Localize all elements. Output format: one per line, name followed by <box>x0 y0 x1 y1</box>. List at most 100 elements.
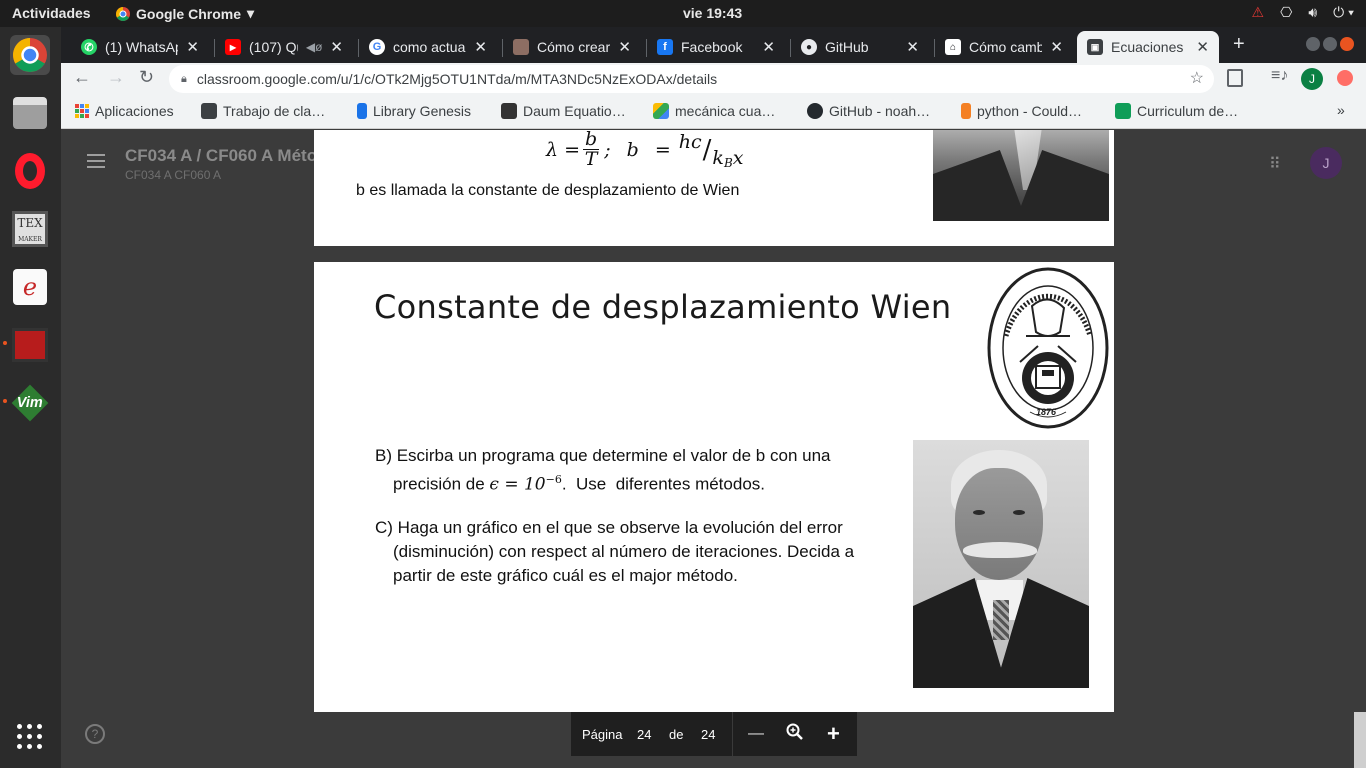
bookmark-apps[interactable]: Aplicaciones <box>75 103 174 119</box>
bookmark-daum[interactable]: Daum Equatio… <box>501 103 626 119</box>
bookmark-github[interactable]: GitHub - noah… <box>807 103 930 119</box>
close-icon[interactable]: ✕ <box>906 38 919 56</box>
tab-title: (107) Qu <box>249 39 298 55</box>
extension-icon[interactable] <box>1337 70 1353 86</box>
dock-opera[interactable] <box>10 151 50 191</box>
url-text[interactable]: classroom.google.com/u/1/c/OTk2Mjg5OTU1N… <box>197 71 717 87</box>
bookmark-label: Curriculum de… <box>1137 103 1239 119</box>
item-c-line1: C) Haga un gráfico en el que se observe … <box>375 518 843 537</box>
close-icon[interactable]: ✕ <box>186 38 199 56</box>
close-window-icon[interactable] <box>1340 37 1354 51</box>
zoom-icon[interactable] <box>786 723 803 740</box>
formula-hc: hc <box>678 130 702 153</box>
minimize-icon[interactable] <box>1306 37 1320 51</box>
close-icon[interactable]: ✕ <box>618 38 631 56</box>
app-menu[interactable]: Google Chrome ▾ <box>116 5 254 22</box>
bookmark-trabajo[interactable]: Trabajo de cla… <box>201 103 325 119</box>
tab-title: (1) WhatsAp <box>105 39 179 55</box>
slide-title: Constante de desplazamiento Wien <box>374 288 952 326</box>
dock-vim[interactable]: Vim <box>10 383 50 423</box>
close-icon[interactable]: ✕ <box>474 38 487 56</box>
volume-icon[interactable]: 🔊︎ <box>1308 4 1317 21</box>
item-c-line2: (disminución) con respect al número de i… <box>393 542 855 561</box>
apps-grid-icon <box>75 104 89 118</box>
activities-button[interactable]: Actividades <box>12 5 91 21</box>
system-tray[interactable]: ⚠ ⎔ 🔊︎ ⏻ ▾ <box>1252 4 1354 21</box>
media-icon[interactable]: ≡♪ <box>1271 67 1288 85</box>
wien-portrait <box>913 440 1089 688</box>
forward-icon[interactable]: → <box>107 67 125 88</box>
classroom-avatar[interactable]: J <box>1310 147 1342 179</box>
apps-icon[interactable]: ⠿ <box>1269 154 1281 174</box>
formula-k-subscript: B <box>723 155 733 170</box>
youtube-icon: ▶ <box>225 39 241 55</box>
tab-title: como actua <box>393 39 466 55</box>
tab-github[interactable]: ● GitHub ✕ <box>791 31 929 63</box>
wien-portrait-crop <box>933 130 1109 221</box>
portrait-mustache <box>963 542 1037 558</box>
tab-como-crear[interactable]: Cómo crear ✕ <box>503 31 641 63</box>
clock[interactable]: vie 19:43 <box>683 5 742 21</box>
tab-facebook[interactable]: f Facebook ✕ <box>647 31 785 63</box>
bookmark-libgen[interactable]: Library Genesis <box>357 103 471 119</box>
close-icon[interactable]: ✕ <box>762 38 775 56</box>
power-icon[interactable]: ⏻ ▾ <box>1333 4 1354 21</box>
close-icon[interactable]: ✕ <box>1196 38 1209 56</box>
formula-b: ; b = <box>604 138 671 161</box>
dock-chrome[interactable] <box>10 35 50 75</box>
reader-icon[interactable] <box>1227 69 1243 87</box>
dock-app[interactable] <box>10 325 50 365</box>
zoom-out-button[interactable]: — <box>748 725 764 743</box>
wien-formula: λ = b T ; b = hc / kBx <box>546 130 744 170</box>
avatar[interactable]: J <box>1301 68 1323 90</box>
bookmark-curriculum[interactable]: Curriculum de… <box>1115 103 1238 119</box>
network-icon[interactable]: ⎔ <box>1280 4 1292 21</box>
bookmark-star-icon[interactable]: ☆ <box>1190 68 1204 88</box>
close-icon[interactable]: ✕ <box>330 38 343 56</box>
dock-texmaker[interactable]: TEX MAKER <box>10 209 50 249</box>
tab-whatsapp[interactable]: ✆ (1) WhatsAp ✕ <box>71 31 209 63</box>
seal-year: 1876 <box>1036 407 1057 417</box>
window-controls[interactable] <box>1306 37 1354 51</box>
fraction-b-over-t: b T <box>583 130 600 169</box>
app-icon <box>12 328 48 362</box>
formula-x: x <box>732 146 744 169</box>
address-bar[interactable]: 🔒︎ classroom.google.com/u/1/c/OTk2Mjg5OT… <box>169 65 1214 93</box>
maximize-icon[interactable] <box>1323 37 1337 51</box>
menu-icon[interactable] <box>87 154 105 168</box>
reload-icon[interactable]: ↻ <box>139 67 154 88</box>
tab-ecuaciones[interactable]: ▣ Ecuaciones ✕ <box>1077 31 1219 63</box>
tab-youtube[interactable]: ▶ (107) Qu ◀ø ✕ <box>215 31 353 63</box>
mute-icon[interactable]: ◀ø <box>306 40 323 54</box>
current-page[interactable]: 24 <box>637 727 651 742</box>
running-indicator <box>3 341 7 345</box>
tab-como-camb[interactable]: ⌂ Cómo camb ✕ <box>935 31 1073 63</box>
back-icon[interactable]: ← <box>73 67 91 88</box>
help-icon[interactable]: ? <box>85 724 105 744</box>
dock-files[interactable] <box>10 93 50 133</box>
show-apps-icon[interactable] <box>17 724 43 750</box>
more-bookmarks-icon[interactable]: » <box>1337 102 1345 118</box>
pdf-page-24: Constante de desplazamiento Wien 1876 B)… <box>314 262 1114 712</box>
bookmark-label: GitHub - noah… <box>829 103 931 119</box>
close-icon[interactable]: ✕ <box>1050 38 1063 56</box>
lock-icon: 🔒︎ <box>181 72 187 85</box>
bookmark-stackoverflow[interactable]: python - Could… <box>961 103 1082 119</box>
uni-seal-logo: 1876 <box>986 266 1110 430</box>
scrollbar[interactable] <box>1354 712 1366 768</box>
zoom-in-button[interactable]: + <box>827 721 840 747</box>
github-icon: ● <box>801 39 817 55</box>
dock-evince[interactable]: ℯ <box>10 267 50 307</box>
warning-icon[interactable]: ⚠ <box>1252 4 1265 21</box>
portrait-face <box>955 468 1043 580</box>
libgen-icon <box>357 103 367 119</box>
item-b-text: precisión de <box>393 474 485 494</box>
bookmark-drive[interactable]: mecánica cua… <box>653 103 775 119</box>
tab-google-search[interactable]: G como actua ✕ <box>359 31 497 63</box>
tab-title: Cómo camb <box>969 39 1043 55</box>
item-c-line3: partir de este gráfico cuál es el major … <box>393 566 738 585</box>
course-title[interactable]: CF034 A / CF060 A Métod <box>125 146 327 166</box>
drive-icon <box>653 103 669 119</box>
tab-title: Cómo crear <box>537 39 611 55</box>
new-tab-button[interactable]: + <box>1233 33 1245 56</box>
